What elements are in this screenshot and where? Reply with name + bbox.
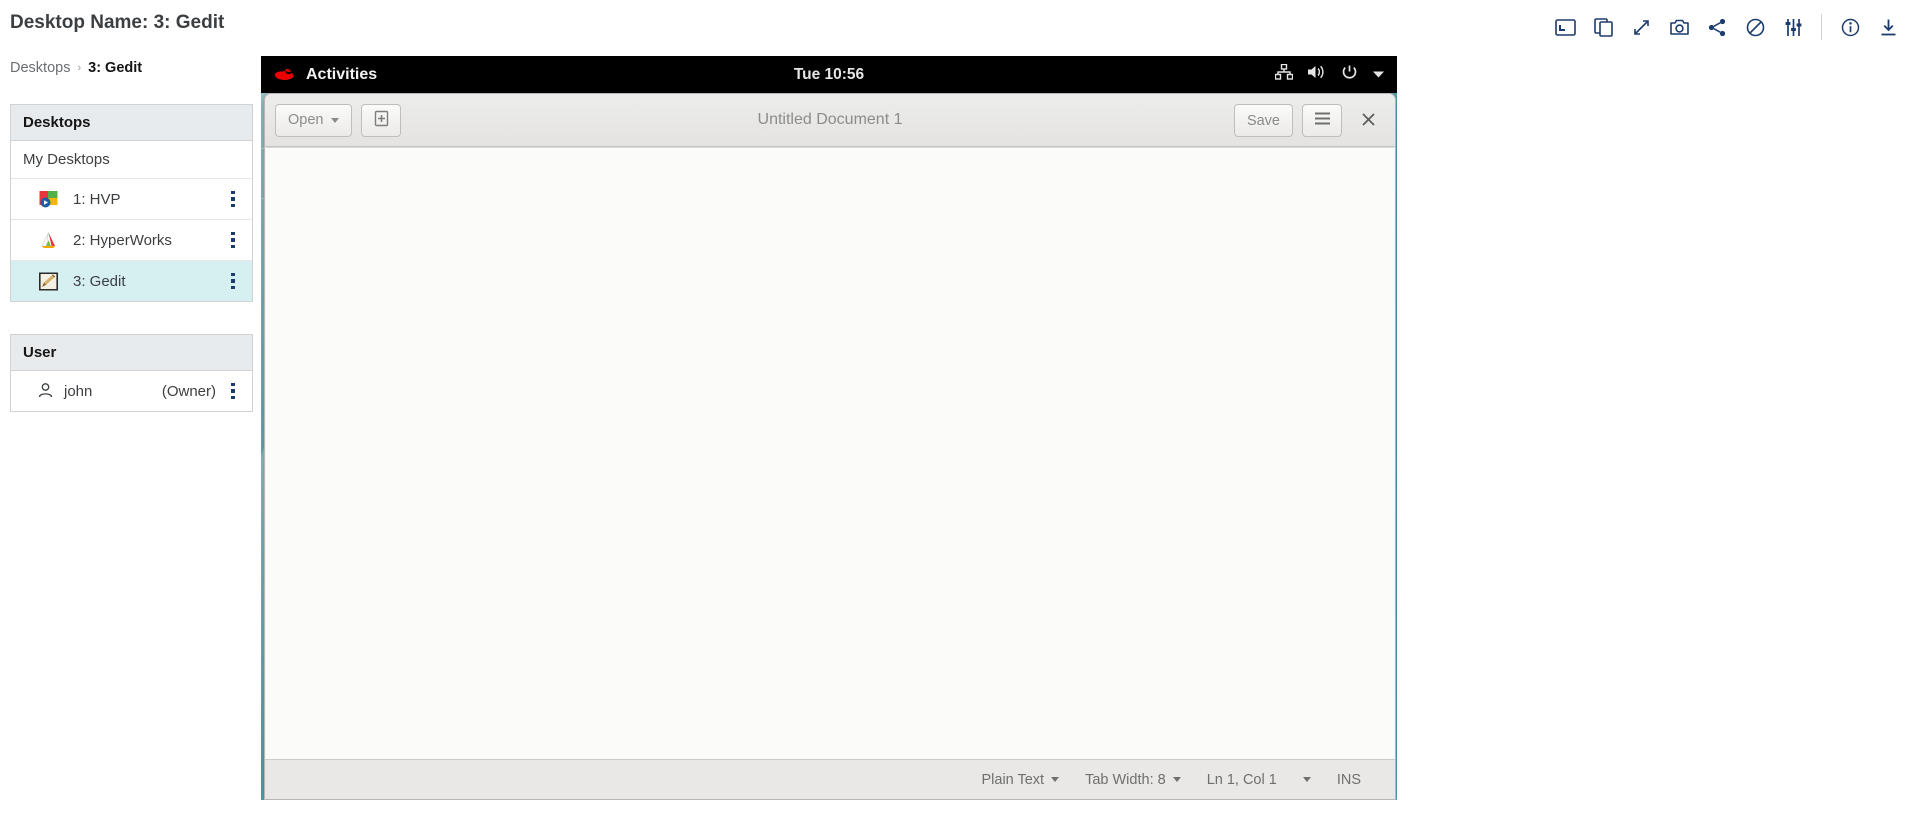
gedit-headerbar-right: Save	[1233, 94, 1385, 147]
desktops-panel-title: Desktops	[11, 105, 252, 141]
sidebar-item-label: 1: HVP	[73, 190, 121, 208]
sidebar: Desktops My Desktops 1: HVP 2: HyperWork…	[10, 104, 253, 444]
sidebar-item-gedit[interactable]: 3: Gedit	[11, 261, 252, 301]
open-button-label: Open	[288, 112, 324, 128]
kebab-menu-icon[interactable]	[226, 270, 240, 292]
sidebar-item-label: 2: HyperWorks	[73, 231, 172, 249]
sliders-icon[interactable]	[1774, 10, 1812, 44]
camera-icon[interactable]	[1660, 10, 1698, 44]
desktop-name-value: 3: Gedit	[153, 12, 225, 33]
info-icon[interactable]	[1831, 10, 1869, 44]
gedit-headerbar-left: Open	[275, 103, 402, 137]
gedit-app-icon	[37, 270, 59, 292]
cursor-position: Ln 1, Col 1	[1207, 772, 1277, 788]
chevron-down-icon[interactable]	[1372, 66, 1385, 84]
desktops-panel: Desktops My Desktops 1: HVP 2: HyperWork…	[10, 104, 253, 302]
tab-width-label: Tab Width: 8	[1085, 771, 1166, 788]
desktops-group-label: My Desktops	[23, 151, 110, 168]
gedit-window: Open Untitled Document 1 Save Plain Text…	[264, 93, 1396, 800]
header-toolbar	[1546, 10, 1907, 44]
vnc-viewport[interactable]: Activities Tue 10:56 Open Untitled Docum…	[261, 56, 1397, 800]
breadcrumb-separator-icon: ›	[77, 62, 82, 74]
block-icon[interactable]	[1736, 10, 1774, 44]
power-icon[interactable]	[1341, 64, 1358, 86]
language-label: Plain Text	[981, 771, 1045, 788]
save-button-label: Save	[1246, 112, 1280, 129]
page-title: Desktop Name: 3: Gedit	[10, 12, 224, 34]
expand-arrows-icon[interactable]	[1622, 10, 1660, 44]
user-panel: User john (Owner)	[10, 334, 253, 412]
app-header: Desktop Name: 3: Gedit	[0, 0, 1915, 56]
hvp-app-icon	[37, 188, 59, 210]
save-button[interactable]: Save	[1233, 104, 1293, 137]
volume-icon[interactable]	[1307, 64, 1327, 85]
sidebar-item-hvp[interactable]: 1: HVP	[11, 179, 252, 220]
user-name: john	[64, 382, 93, 400]
breadcrumb-current: 3: Gedit	[88, 60, 143, 76]
duplicate-icon[interactable]	[1584, 10, 1622, 44]
gedit-headerbar: Open Untitled Document 1 Save	[265, 94, 1395, 147]
gedit-document-title: Untitled Document 1	[757, 111, 903, 128]
insert-mode-label: INS	[1336, 771, 1361, 788]
new-document-button[interactable]	[361, 103, 402, 137]
network-icon[interactable]	[1274, 63, 1294, 85]
open-button[interactable]: Open	[275, 103, 353, 137]
chevron-down-icon	[331, 117, 340, 123]
cursor-position-label: Ln 1, Col 1	[1206, 771, 1277, 788]
kebab-menu-icon[interactable]	[226, 229, 240, 251]
chevron-down-icon	[1302, 777, 1311, 782]
user-role-badge: (Owner)	[161, 382, 216, 400]
desktops-group-label-row: My Desktops	[11, 141, 252, 179]
kebab-menu-icon[interactable]	[226, 188, 240, 210]
gedit-text-area[interactable]	[266, 147, 1394, 759]
activities-button[interactable]: Activities	[273, 66, 377, 84]
person-icon	[37, 382, 55, 400]
gnome-top-bar: Activities Tue 10:56	[261, 56, 1397, 93]
insert-mode-indicator: INS	[1337, 772, 1361, 788]
hyperworks-app-icon	[37, 229, 59, 251]
fit-to-screen-icon[interactable]	[1546, 10, 1584, 44]
desktop-name-label: Desktop Name:	[10, 12, 149, 33]
gedit-statusbar: Plain Text Tab Width: 8 Ln 1, Col 1 INS	[265, 759, 1395, 799]
user-panel-title: User	[11, 335, 252, 371]
user-row[interactable]: john (Owner)	[11, 371, 252, 411]
language-selector[interactable]: Plain Text	[981, 771, 1060, 788]
close-icon	[1361, 111, 1376, 131]
breadcrumb-root-link[interactable]: Desktops	[10, 60, 70, 76]
chevron-down-icon	[1051, 777, 1060, 782]
hamburger-menu-icon	[1314, 112, 1331, 129]
hamburger-menu-button[interactable]	[1302, 104, 1342, 137]
share-icon[interactable]	[1698, 10, 1736, 44]
chevron-down-icon	[1172, 777, 1181, 782]
close-window-button[interactable]	[1351, 104, 1385, 138]
tab-width-selector[interactable]: Tab Width: 8	[1085, 772, 1181, 788]
toolbar-divider	[1821, 14, 1822, 40]
kebab-menu-icon[interactable]	[226, 380, 240, 402]
gnome-status-area[interactable]	[1274, 56, 1385, 93]
redhat-logo-icon	[273, 66, 297, 84]
breadcrumb: Desktops › 3: Gedit	[10, 60, 142, 76]
download-icon[interactable]	[1869, 10, 1907, 44]
sidebar-item-hyperworks[interactable]: 2: HyperWorks	[11, 220, 252, 261]
vnc-desktop-viewer-page: Desktop Name: 3: Gedit Desktops › 3: Ged…	[0, 0, 1915, 825]
sidebar-item-label: 3: Gedit	[73, 272, 126, 290]
gnome-clock[interactable]: Tue 10:56	[261, 66, 1397, 84]
new-document-icon	[373, 110, 390, 131]
activities-label: Activities	[306, 65, 378, 83]
position-dropdown[interactable]	[1302, 777, 1311, 782]
